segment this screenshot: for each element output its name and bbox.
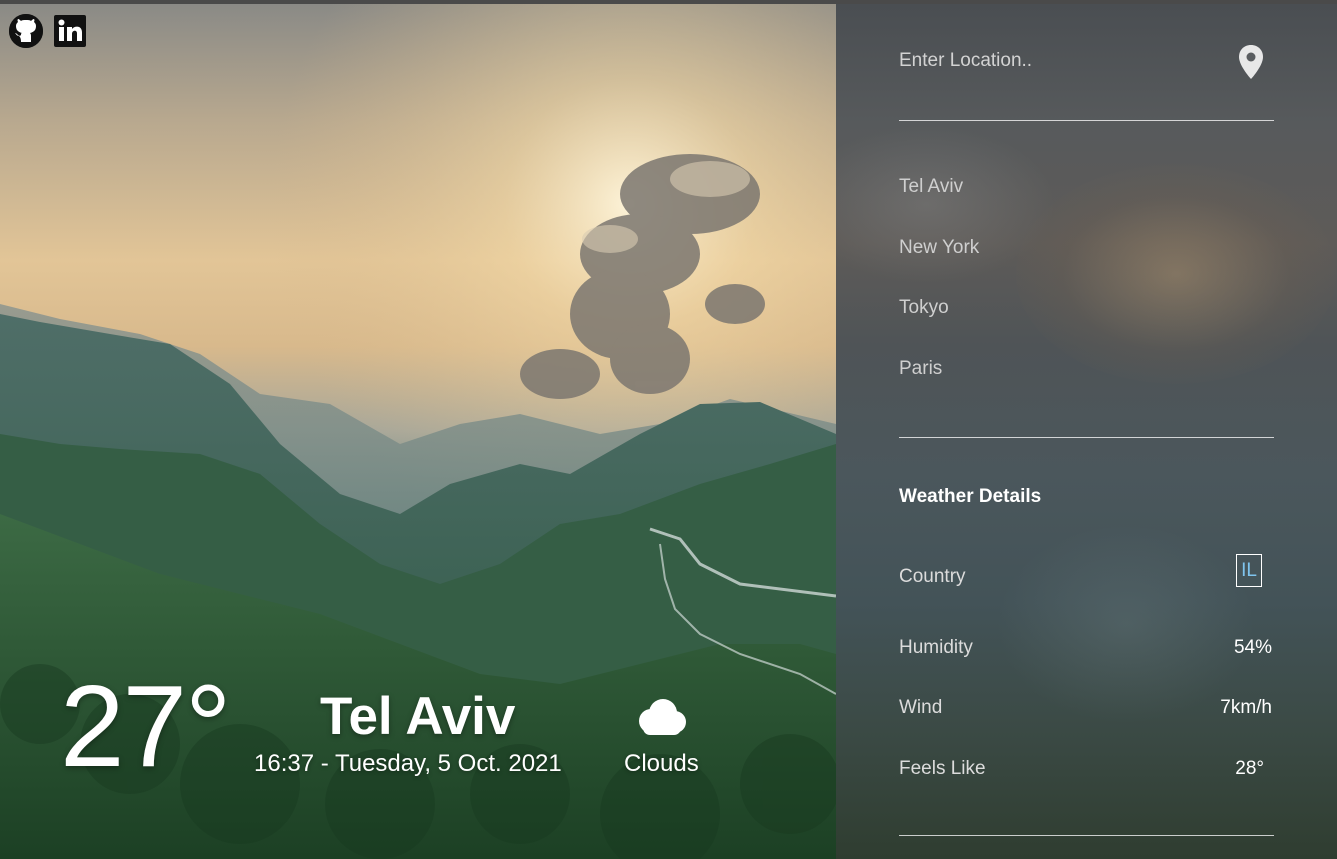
detail-row-wind: Wind 7km/h	[899, 697, 1274, 727]
city-item-tel-aviv[interactable]: Tel Aviv	[899, 176, 963, 198]
country-label: Country	[899, 566, 966, 587]
wind-value: 7km/h	[1220, 697, 1272, 718]
linkedin-icon[interactable]	[53, 14, 87, 48]
city-item-tokyo[interactable]: Tokyo	[899, 297, 949, 319]
detail-row-country: Country IL	[899, 554, 1274, 596]
current-temperature: 27°	[60, 661, 231, 791]
divider	[899, 835, 1274, 836]
location-pin-icon[interactable]	[1237, 44, 1265, 80]
humidity-value: 54%	[1233, 637, 1272, 658]
wind-label: Wind	[899, 697, 943, 718]
detail-row-humidity: Humidity 54%	[899, 637, 1274, 667]
panel-blur-decoration	[996, 524, 1256, 724]
weather-condition: Clouds	[624, 750, 699, 777]
github-icon[interactable]	[9, 14, 43, 48]
cloud-icon	[639, 699, 686, 735]
humidity-label: Humidity	[899, 637, 973, 658]
social-links	[9, 14, 87, 48]
feels-like-value: 28°	[1235, 758, 1264, 779]
saved-cities-list: Tel Aviv New York Tokyo Paris	[899, 170, 1274, 438]
country-badge: IL	[1236, 554, 1262, 587]
location-search	[899, 40, 1274, 121]
window-top-border	[0, 0, 1337, 4]
weather-details-title: Weather Details	[899, 486, 1042, 507]
current-city-name: Tel Aviv	[320, 687, 516, 746]
city-item-paris[interactable]: Paris	[899, 358, 942, 380]
city-item-new-york[interactable]: New York	[899, 237, 979, 259]
current-datetime: 16:37 - Tuesday, 5 Oct. 2021	[254, 750, 562, 777]
detail-row-feels-like: Feels Like 28°	[899, 758, 1274, 788]
location-input[interactable]	[899, 46, 1219, 76]
feels-like-label: Feels Like	[899, 758, 986, 779]
